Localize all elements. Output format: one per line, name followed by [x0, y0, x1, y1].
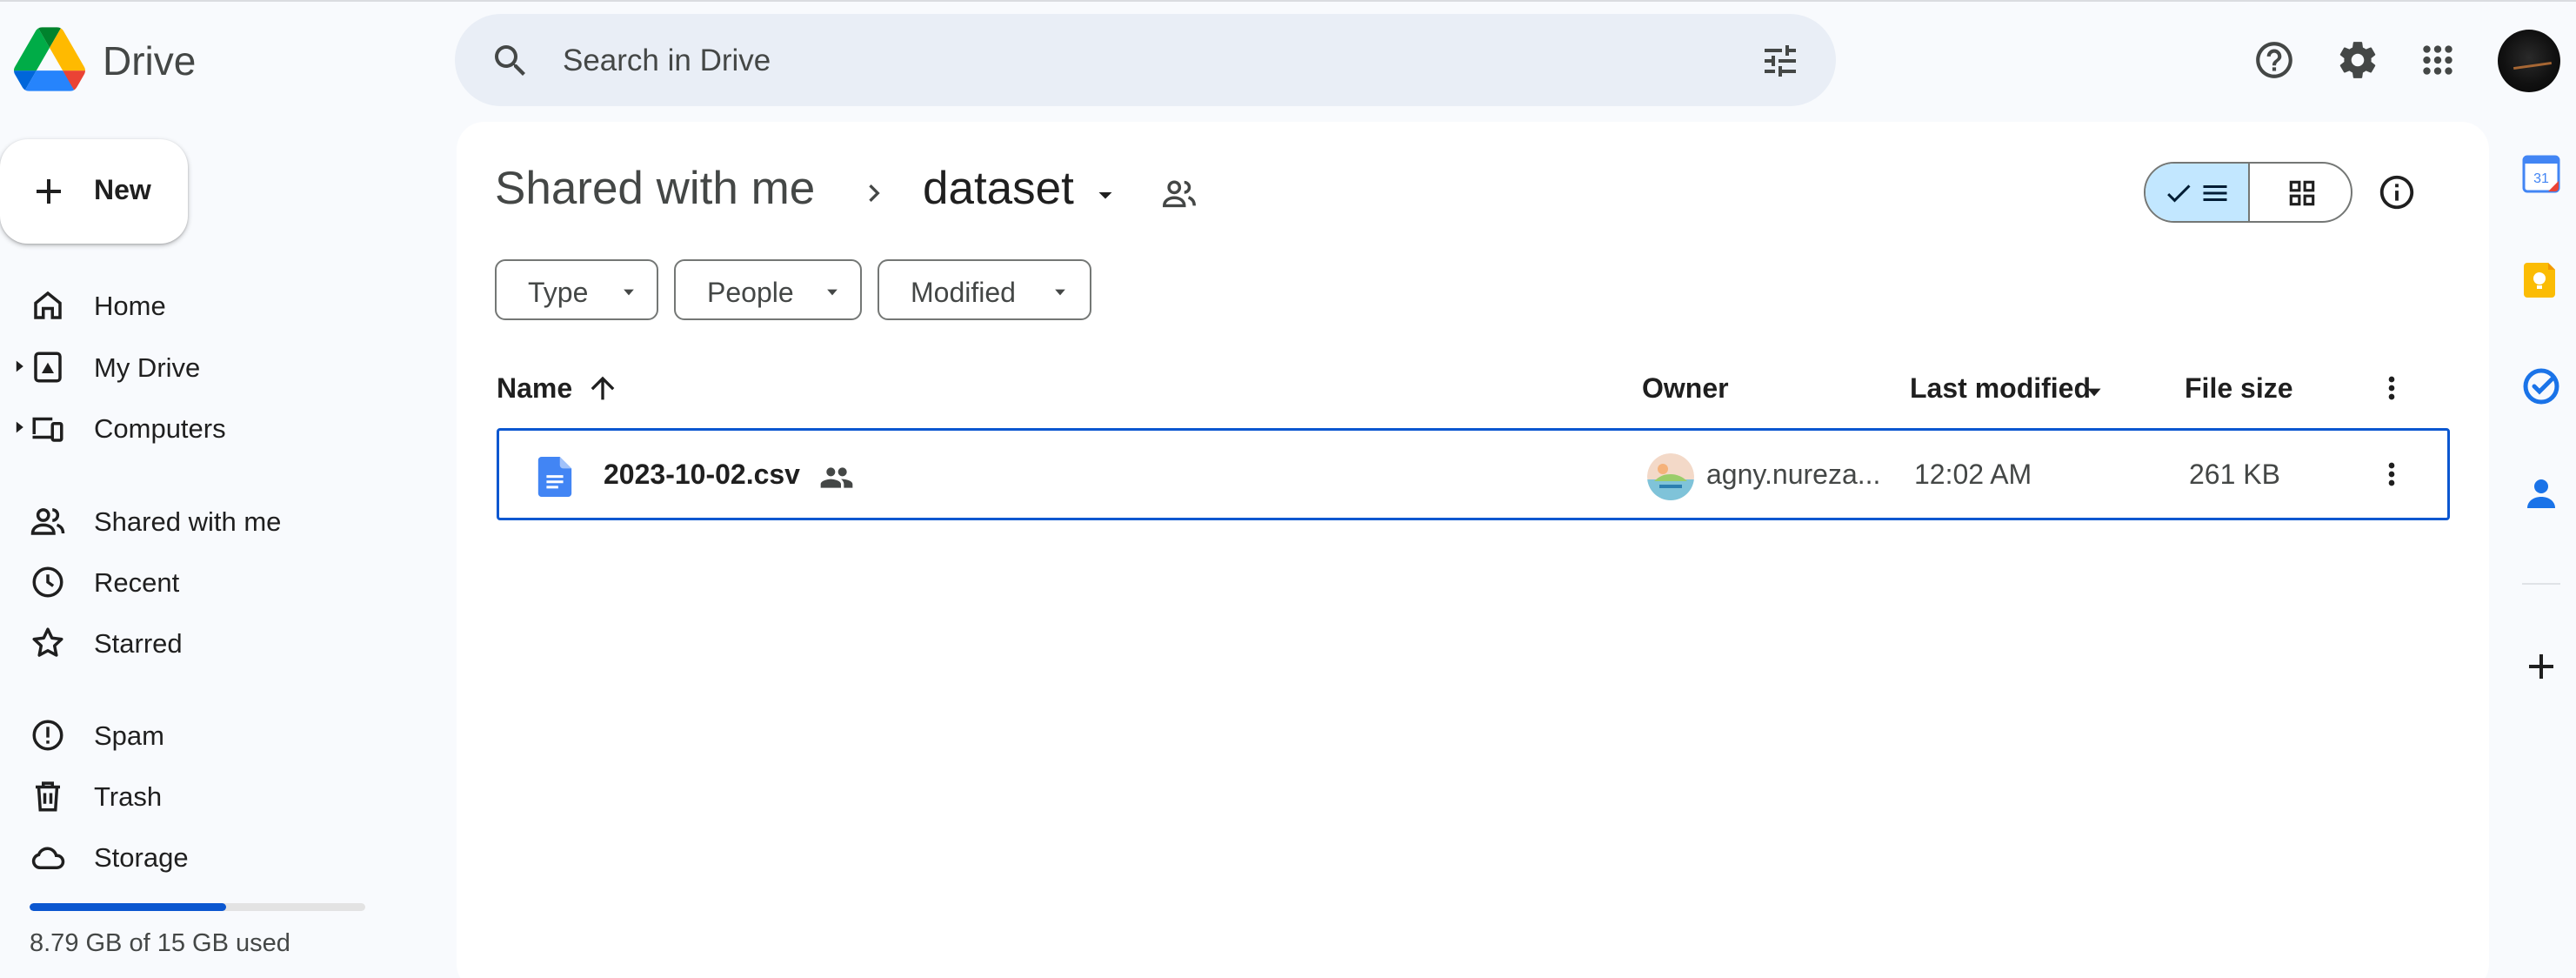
drive-logo[interactable]: [14, 26, 85, 92]
sidebar-item-label: Shared with me: [94, 506, 282, 537]
chevron-right-icon: [869, 184, 880, 202]
sidebar-item-label: Computers: [94, 413, 226, 444]
trash-icon: [36, 781, 60, 812]
search-input[interactable]: [563, 38, 1606, 84]
column-header-last-modified[interactable]: Last modified: [1910, 372, 2091, 405]
computers-icon: [32, 417, 63, 442]
shared-folder-icon[interactable]: [1159, 174, 1199, 214]
dropdown-arrow-icon: [624, 289, 634, 296]
sidebar-item-label: Recent: [94, 567, 180, 598]
sidebar-item-starred[interactable]: Starred: [0, 616, 435, 668]
expand-arrow-icon[interactable]: [12, 359, 26, 373]
help-icon[interactable]: [2252, 38, 2296, 82]
sidebar-item-my-drive[interactable]: My Drive: [0, 340, 435, 392]
sidebar-item-label: My Drive: [94, 352, 201, 383]
top-border: [0, 0, 2576, 2]
filter-label: Type: [528, 277, 589, 308]
sort-dropdown-icon[interactable]: [2083, 381, 2106, 404]
sidebar-item-recent[interactable]: Recent: [0, 555, 435, 607]
list-view-button[interactable]: [2146, 164, 2250, 221]
star-icon: [32, 627, 63, 657]
sidebar-item-trash[interactable]: Trash: [0, 769, 435, 821]
document-icon: [537, 457, 572, 497]
contacts-icon[interactable]: [2520, 473, 2562, 515]
people-icon: [30, 508, 65, 535]
sidebar-item-shared-with-me[interactable]: Shared with me: [0, 494, 435, 546]
dropdown-arrow-icon: [827, 289, 838, 296]
sidebar-item-home[interactable]: Home: [0, 278, 435, 331]
filter-label: Modified: [911, 277, 1016, 308]
list-icon: [2203, 185, 2227, 201]
table-row[interactable]: 2023-10-02.csv agny.nureza... 12:02 AM 2…: [497, 428, 2450, 520]
breadcrumb-root[interactable]: Shared with me: [495, 162, 815, 215]
apps-icon[interactable]: [2416, 38, 2459, 82]
sidebar-item-computers[interactable]: Computers: [0, 401, 435, 453]
storage-bar-fill: [30, 903, 227, 911]
owner-name: agny.nureza...: [1706, 459, 1881, 490]
calendar-icon[interactable]: 31: [2520, 153, 2562, 195]
app-name: Drive: [103, 38, 197, 84]
sidebar-item-label: Storage: [94, 842, 189, 873]
grid-icon: [2289, 180, 2315, 206]
keep-icon[interactable]: [2520, 259, 2562, 301]
dropdown-arrow-icon[interactable]: [1090, 179, 1121, 211]
column-header-name[interactable]: Name: [497, 372, 572, 405]
home-icon: [34, 291, 62, 319]
new-button-label: New: [94, 174, 151, 205]
filter-people-chip[interactable]: People: [674, 259, 862, 320]
filter-label: People: [707, 277, 794, 308]
breadcrumb-current[interactable]: dataset: [923, 162, 1074, 215]
grid-view-button[interactable]: [2251, 164, 2351, 221]
filter-type-chip[interactable]: Type: [495, 259, 658, 320]
account-avatar[interactable]: [2498, 30, 2560, 92]
side-panel-divider: [2522, 583, 2560, 585]
column-header-file-size: File size: [2185, 372, 2293, 404]
expand-arrow-icon[interactable]: [12, 420, 26, 434]
sort-ascending-icon[interactable]: [585, 371, 620, 405]
tasks-icon[interactable]: [2520, 365, 2562, 407]
check-icon: [2167, 184, 2191, 203]
add-icon[interactable]: [2520, 646, 2562, 687]
owner-avatar: [1647, 453, 1694, 500]
settings-icon[interactable]: [2336, 38, 2379, 82]
file-name: 2023-10-02.csv: [604, 459, 800, 490]
column-header-owner: Owner: [1642, 372, 1729, 404]
new-button[interactable]: New: [0, 139, 188, 244]
search-icon[interactable]: [490, 40, 531, 82]
sidebar-item-spam[interactable]: Spam: [0, 708, 435, 760]
filter-modified-chip[interactable]: Modified: [878, 259, 1091, 320]
view-toggle[interactable]: [2144, 162, 2352, 223]
calendar-day: 31: [2533, 171, 2549, 186]
cloud-icon: [31, 847, 65, 870]
my-drive-icon: [34, 352, 62, 383]
shared-icon: [820, 467, 853, 488]
plus-icon: [37, 179, 61, 204]
dropdown-arrow-icon: [1055, 289, 1065, 296]
main-panel: Shared with me dataset Type People Modif…: [457, 122, 2489, 978]
sidebar-item-label: Trash: [94, 781, 163, 812]
last-modified: 12:02 AM: [1914, 459, 2032, 490]
search-bar[interactable]: [455, 14, 1836, 106]
sidebar-item-label: Spam: [94, 720, 164, 751]
clock-icon: [32, 566, 63, 598]
storage-usage-text: 8.79 GB of 15 GB used: [30, 929, 290, 957]
more-vert-icon[interactable]: [2374, 457, 2409, 492]
sidebar-item-label: Home: [94, 291, 166, 321]
info-icon[interactable]: [2377, 172, 2417, 212]
more-vert-icon[interactable]: [2374, 371, 2409, 405]
sidebar-item-label: Starred: [94, 628, 183, 659]
sidebar-item-storage[interactable]: Storage: [0, 830, 435, 882]
storage-bar: [30, 903, 365, 911]
spam-icon: [32, 720, 63, 751]
file-size: 261 KB: [2189, 459, 2280, 490]
tune-icon[interactable]: [1759, 40, 1801, 82]
